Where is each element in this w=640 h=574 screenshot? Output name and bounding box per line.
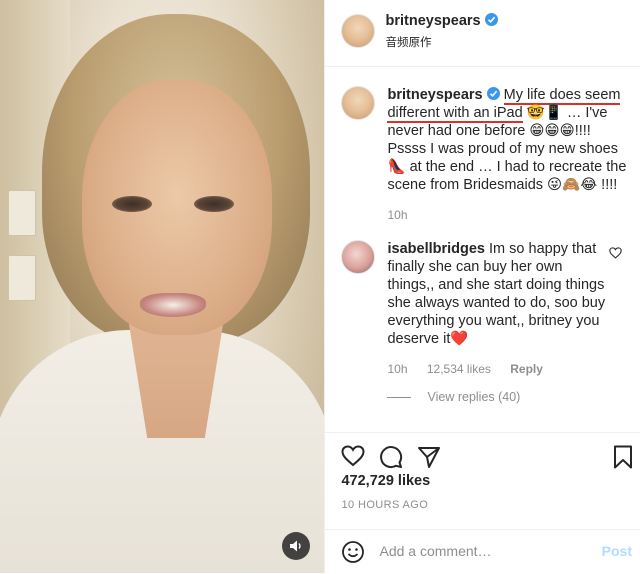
post-header: britneyspears 音频原作	[325, 0, 640, 67]
caption: britneyspears My life does seem differen…	[341, 86, 630, 224]
comment: isabellbridges Im so happy that finally …	[341, 240, 630, 378]
view-replies-label[interactable]: View replies (40)	[427, 390, 520, 404]
replies-divider	[387, 396, 412, 398]
post-details-panel: britneyspears 音频原作 britneyspears My life…	[324, 0, 640, 573]
caption-emoji: 🤓📱	[526, 105, 563, 121]
reply-button[interactable]: Reply	[510, 362, 543, 376]
caption-username[interactable]: britneyspears	[387, 87, 482, 103]
speaker-icon[interactable]	[282, 532, 310, 560]
post-actions: 472,729 likes 10 HOURS AGO Add a comment…	[325, 432, 640, 573]
post-button[interactable]: Post	[602, 543, 632, 559]
person-mouth	[140, 293, 206, 317]
instagram-post: britneyspears 音频原作 britneyspears My life…	[0, 0, 640, 573]
paper-plane-icon[interactable]	[417, 445, 441, 474]
comment-input[interactable]: Add a comment…	[379, 543, 491, 559]
person-eye-right	[194, 196, 234, 212]
bookmark-icon[interactable]	[613, 445, 633, 474]
smiley-icon[interactable]	[341, 540, 365, 569]
comment-likes[interactable]: 12,534 likes	[427, 362, 491, 376]
author-avatar[interactable]	[341, 14, 376, 48]
heart-icon[interactable]	[609, 246, 622, 264]
like-count[interactable]: 472,729 likes	[341, 473, 430, 489]
comment-username[interactable]: isabellbridges	[387, 241, 485, 257]
light-switch	[8, 255, 36, 301]
comment-icon[interactable]	[379, 445, 403, 474]
comment-composer: Add a comment… Post	[325, 529, 640, 574]
comment-time[interactable]: 10h	[387, 362, 407, 376]
caption-meta: 10h	[387, 206, 630, 224]
caption-time[interactable]: 10h	[387, 208, 407, 222]
view-replies-button[interactable]: View replies (40)	[387, 390, 520, 404]
author-username[interactable]: britneyspears	[385, 13, 480, 29]
verified-badge-icon	[486, 87, 500, 100]
comment-meta: 10h 12,534 likes Reply	[387, 360, 606, 378]
heart-icon[interactable]	[341, 445, 365, 472]
light-switch	[8, 190, 36, 236]
person-eye-left	[112, 196, 152, 212]
audio-subtitle[interactable]: 音频原作	[385, 34, 431, 50]
post-timestamp: 10 HOURS AGO	[341, 499, 429, 511]
verified-badge-icon	[484, 13, 498, 26]
post-video[interactable]	[0, 0, 325, 573]
